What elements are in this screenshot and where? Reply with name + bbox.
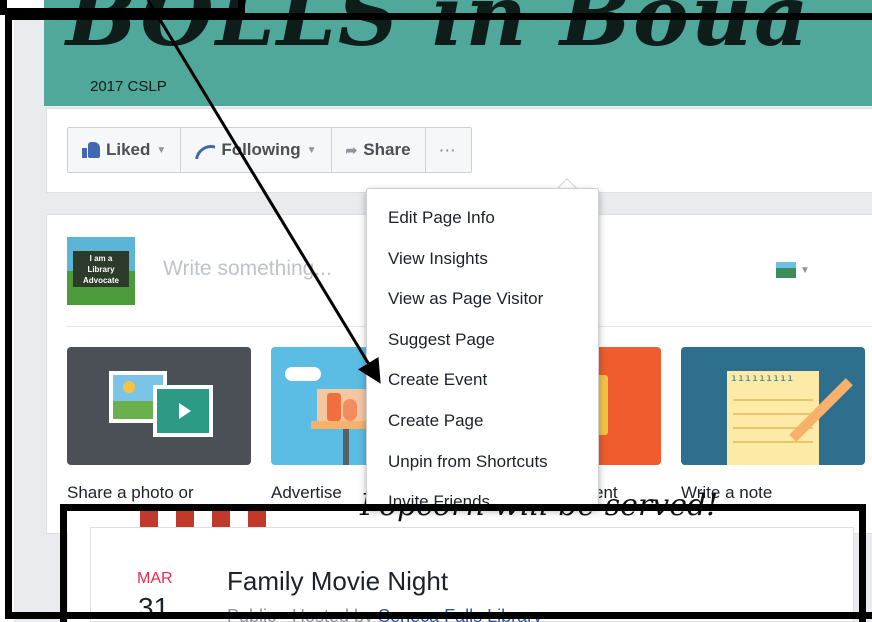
arrow-line bbox=[146, 0, 381, 384]
annotation-arrow bbox=[146, 0, 381, 384]
